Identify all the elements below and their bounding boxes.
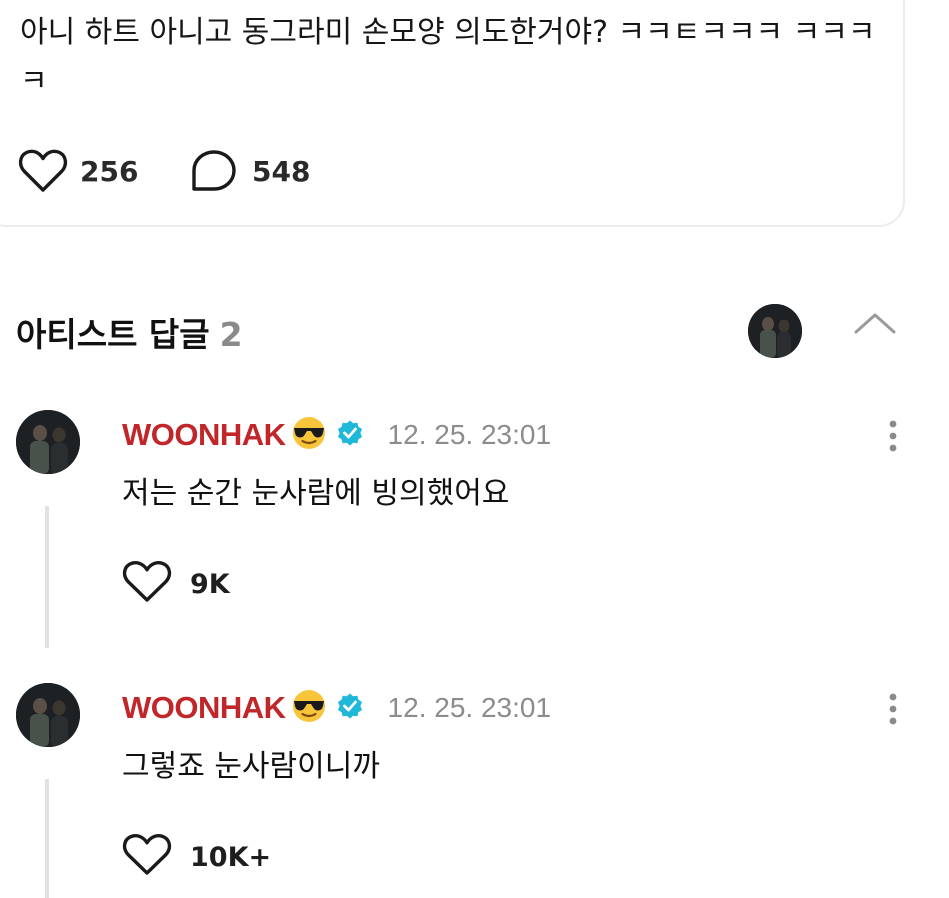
- sunglasses-emoji-icon: [290, 414, 328, 456]
- artist-replies-title: 아티스트 답글 2: [16, 308, 243, 356]
- thread-line: [45, 506, 49, 648]
- reply-like-count: 9K: [190, 568, 230, 600]
- post-like-button[interactable]: 256: [18, 148, 138, 194]
- reply-timestamp: 12. 25. 23:01: [387, 419, 552, 450]
- artist-avatar-small[interactable]: [748, 304, 802, 358]
- heart-icon: [122, 560, 172, 608]
- comment-bubble-icon: [190, 148, 238, 194]
- thread-line: [45, 779, 49, 898]
- verified-badge-icon: [336, 692, 364, 724]
- post-like-count: 256: [80, 154, 139, 188]
- post-comment-count: 548: [252, 154, 311, 188]
- reply-like-button[interactable]: 9K: [122, 560, 230, 608]
- verified-badge-icon: [336, 419, 364, 451]
- sunglasses-emoji-icon: [290, 687, 328, 729]
- artist-reply: WOONHAK 12. 25. 23:01 저는 순간 눈사람에 빙의했어요 9…: [0, 410, 949, 650]
- avatar[interactable]: [16, 410, 80, 474]
- more-options-button[interactable]: [885, 416, 901, 460]
- author-name[interactable]: WOONHAK: [122, 690, 286, 726]
- reply-like-button[interactable]: 10K+: [122, 833, 271, 881]
- reply-text: 저는 순간 눈사람에 빙의했어요: [122, 476, 510, 511]
- avatar[interactable]: [16, 683, 80, 747]
- reply-text: 그렇죠 눈사람이니까: [122, 749, 380, 784]
- reply-like-count: 10K+: [190, 841, 272, 873]
- artist-reply: WOONHAK 12. 25. 23:01 그렇죠 눈사람이니까 10K+: [0, 683, 949, 898]
- reply-header: WOONHAK 12. 25. 23:01: [122, 687, 551, 729]
- more-options-button[interactable]: [885, 689, 901, 733]
- reply-timestamp: 12. 25. 23:01: [387, 692, 552, 723]
- reply-header: WOONHAK 12. 25. 23:01: [122, 414, 551, 456]
- heart-icon: [122, 833, 172, 881]
- post-comment-button[interactable]: 548: [190, 148, 310, 194]
- artist-replies-count: 2: [219, 315, 243, 354]
- heart-icon: [18, 148, 68, 194]
- author-name[interactable]: WOONHAK: [122, 417, 286, 453]
- chevron-up-icon: [852, 313, 898, 342]
- more-vertical-icon: [885, 420, 901, 460]
- post-text: 아니 하트 아니고 동그라미 손모양 의도한거야? ㅋㅋㅌㅋㅋㅋ ㅋㅋㅋㅋ: [20, 15, 876, 99]
- artist-replies-label: 아티스트 답글: [16, 315, 210, 354]
- collapse-button[interactable]: [852, 308, 898, 342]
- more-vertical-icon: [885, 693, 901, 733]
